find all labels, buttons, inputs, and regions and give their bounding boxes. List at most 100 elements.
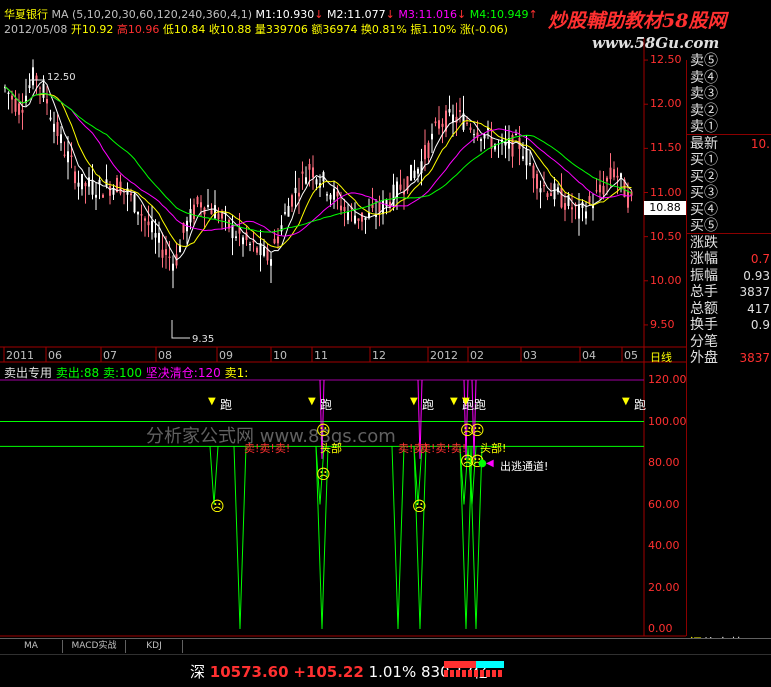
time-tick-label: 08 xyxy=(158,349,172,362)
price-tick-label: 11.00 xyxy=(650,185,682,199)
candle-body xyxy=(564,203,566,210)
candle-body xyxy=(522,156,524,159)
candle-body xyxy=(378,202,381,213)
price-tick-label: 9.50 xyxy=(650,317,675,331)
run-marker-icon: ▼ xyxy=(410,396,418,407)
candle-body xyxy=(256,247,258,253)
candle-body xyxy=(102,194,104,198)
candle-body xyxy=(67,151,69,163)
escape-arrow-icon: ◀ xyxy=(486,458,494,469)
sad-face-icon: ☹ xyxy=(412,499,427,515)
chart-canvas[interactable] xyxy=(0,0,686,638)
candle-body xyxy=(133,194,136,213)
time-tick-label: 10 xyxy=(273,349,287,362)
high-marker-label: 12.50 xyxy=(47,72,76,83)
candle-body xyxy=(347,211,349,221)
top-text: 头部! xyxy=(480,442,507,455)
stock-chart-window: 华夏银行 MA (5,10,20,30,60,120,240,360,4,1) … xyxy=(0,0,771,687)
candle-body xyxy=(161,249,164,258)
candle-body xyxy=(438,120,440,129)
run-label: 跑 xyxy=(634,398,647,412)
candle-body xyxy=(287,205,290,217)
tab-ma[interactable]: MA xyxy=(0,640,63,653)
candle-body xyxy=(599,184,601,193)
candle-body xyxy=(382,200,384,215)
candle-body xyxy=(585,211,587,219)
price-tick-label: 11.50 xyxy=(650,141,682,155)
chart-header-line1: 华夏银行 MA (5,10,20,30,60,120,240,360,4,1) … xyxy=(4,8,538,21)
candle-body xyxy=(602,185,605,195)
candle-body xyxy=(245,232,248,240)
candle-body xyxy=(214,205,216,219)
stock-name[interactable]: 华夏银行 xyxy=(4,8,48,21)
candle-body xyxy=(336,191,339,197)
tab-macd[interactable]: MACD实战 xyxy=(63,640,126,653)
indicator-tick-label: 40.00 xyxy=(648,539,680,552)
run-marker-icon: ▼ xyxy=(622,396,630,407)
indicator-tab-bar: MA MACD实战 KDJ xyxy=(0,638,771,654)
bar-volume: 量339706 xyxy=(254,23,308,36)
candle-body xyxy=(441,123,444,127)
price-tick-label: 12.50 xyxy=(650,53,682,67)
indicator-param-sell: 卖出:88 xyxy=(55,366,100,380)
candle-body xyxy=(630,191,633,196)
candle-body xyxy=(571,207,573,210)
clear-spike xyxy=(471,379,477,459)
candle-body xyxy=(532,165,535,179)
current-price-tag: 10.88 xyxy=(644,201,686,215)
candle-body xyxy=(235,236,237,239)
price-tick-label: 10.50 xyxy=(650,229,682,243)
status-bar: 深 10573.60 +105.22 1.01% 830.17亿 xyxy=(0,654,771,687)
candle-body xyxy=(595,190,598,192)
candle-body xyxy=(172,263,174,271)
time-tick-label: 03 xyxy=(523,349,537,362)
candle-body xyxy=(536,173,538,189)
candle-body xyxy=(151,221,153,233)
sell-spike xyxy=(233,446,247,630)
candle-body xyxy=(399,184,402,190)
time-tick-label: 09 xyxy=(219,349,233,362)
candle-body xyxy=(221,213,223,219)
candle-body xyxy=(560,187,563,208)
ma1-value: M1:10.930 xyxy=(255,8,315,21)
bar-turnover: 换0.81% xyxy=(360,23,407,36)
candle-body xyxy=(525,149,528,166)
period-label[interactable]: 日线 xyxy=(650,349,672,365)
candle-body xyxy=(480,139,482,142)
candle-body xyxy=(543,185,545,187)
candle-body xyxy=(431,133,433,140)
bar-low: 低10.84 xyxy=(162,23,206,36)
indicator-header: 卖出专用 卖出:88 卖:100 坚决清仓:120 卖1: xyxy=(4,364,248,381)
bar-change: 涨(-0.06) xyxy=(459,23,508,36)
candle-body xyxy=(84,182,87,187)
candle-body xyxy=(294,187,297,194)
time-tick-label: 02 xyxy=(470,349,484,362)
indicator-name[interactable]: 卖出专用 xyxy=(4,366,52,380)
tab-kdj[interactable]: KDJ xyxy=(126,640,183,653)
market-breadth-bar xyxy=(444,661,504,677)
bar-amplitude: 振1.10% xyxy=(410,23,457,36)
candle-body xyxy=(364,217,367,220)
candle-body xyxy=(578,204,580,219)
candle-body xyxy=(130,193,132,196)
candle-body xyxy=(140,214,143,216)
time-tick-label: 11 xyxy=(314,349,328,362)
candle-body xyxy=(165,249,167,255)
candle-body xyxy=(298,192,300,197)
candle-body xyxy=(434,121,437,124)
candle-body xyxy=(361,212,363,222)
run-label: 跑 xyxy=(320,398,333,412)
indicator-param-sell1: 卖1: xyxy=(224,366,249,380)
run-marker-icon: ▼ xyxy=(462,396,470,407)
candle-body xyxy=(301,171,304,174)
candle-body xyxy=(466,122,468,124)
run-label: 跑 xyxy=(474,398,487,412)
bar-open: 开10.92 xyxy=(70,23,114,36)
time-tick-label: 04 xyxy=(582,349,596,362)
candle-body xyxy=(550,193,552,197)
candle-body xyxy=(343,206,346,212)
candle-body xyxy=(11,95,13,100)
candle-body xyxy=(81,174,83,190)
candle-body xyxy=(63,154,66,156)
candle-body xyxy=(18,103,20,115)
